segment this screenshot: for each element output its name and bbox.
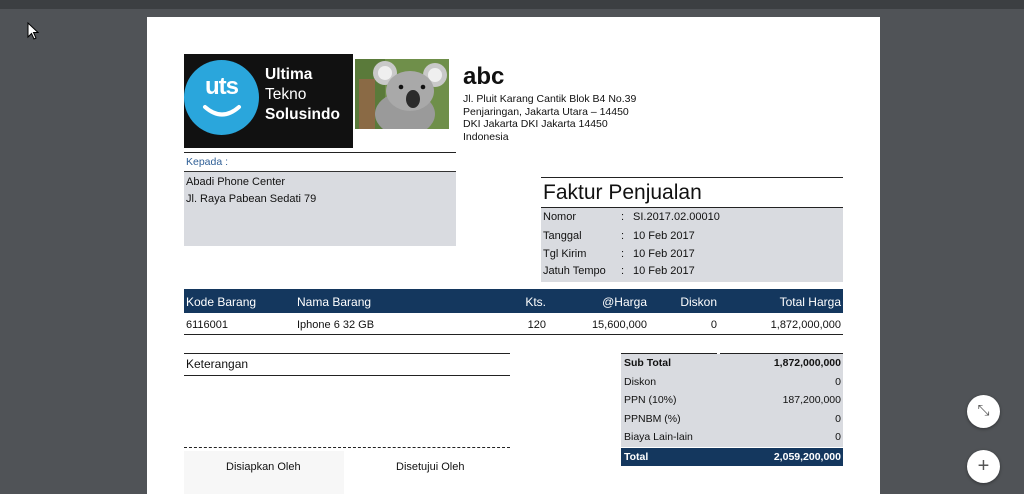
invoice-field-tgl-kirim: Tgl Kirim : 10 Feb 2017 [543, 248, 843, 264]
logo-word-2: Tekno [265, 86, 307, 103]
cell-total-harga: 1,872,000,000 [770, 319, 841, 331]
koala-photo [355, 59, 449, 129]
invoice-field-value: 10 Feb 2017 [633, 230, 695, 242]
invoice-title: Faktur Penjualan [543, 181, 702, 204]
summary-row-ppn: PPN (10%) 187,200,000 [621, 391, 843, 410]
recipient-name: Abadi Phone Center [186, 176, 286, 188]
summary-value: 0 [835, 431, 841, 443]
company-block: abc Jl. Pluit Karang Cantik Blok B4 No.3… [463, 63, 636, 143]
summary-total-label: Total [624, 450, 649, 463]
cell-harga: 15,600,000 [591, 319, 647, 331]
summary-value: 0 [835, 412, 841, 425]
cell-kode-barang: 6116001 [186, 319, 229, 331]
logo-wordmark: Ultima Tekno Solusindo [265, 65, 340, 125]
fit-page-button[interactable]: ⤡ [967, 395, 1000, 428]
invoice-page: uts Ultima Tekno Solusindo abc Jl. Pluit… [147, 17, 880, 494]
plus-icon: + [977, 455, 990, 477]
company-address-line: Indonesia [463, 130, 509, 143]
summary-label: Diskon [624, 375, 657, 388]
zoom-in-button[interactable]: + [967, 450, 1000, 483]
items-table-header: Kode Barang Nama Barang Kts. @Harga Disk… [184, 289, 843, 313]
invoice-field-value: SI.2017.02.00010 [633, 211, 720, 223]
company-address-line: DKI Jakarta DKI Jakarta 14450 [463, 118, 608, 130]
field-colon: : [621, 265, 625, 277]
summary-label: PPNBM (%) [624, 412, 681, 425]
summary-row-total: Total 2,059,200,000 [621, 447, 843, 466]
invoice-field-jatuh-tempo: Jatuh Tempo : 10 Feb 2017 [543, 265, 843, 281]
summary-label: Biaya Lain-lain [624, 431, 693, 443]
company-name: abc [463, 63, 505, 90]
field-colon: : [621, 230, 625, 242]
logo-word-1: Ultima [265, 66, 313, 83]
cell-kts: 120 [527, 319, 546, 331]
notes-divider-bottom [184, 375, 510, 376]
cell-nama-barang: Iphone 6 32 GB [297, 319, 375, 331]
header-diskon: Diskon [680, 295, 717, 309]
company-logo: uts Ultima Tekno Solusindo [184, 54, 353, 148]
summary-row-ppnbm: PPNBM (%) 0 [621, 409, 843, 428]
summary-value: 0 [835, 375, 841, 388]
invoice-field-label: Nomor [543, 211, 577, 223]
invoice-field-value: 10 Feb 2017 [633, 248, 695, 260]
invoice-title-divider [541, 177, 843, 178]
company-address-line: Penjaringan, Jakarta Utara – 14450 [463, 105, 629, 118]
summary-table: Sub Total 1,872,000,000 Diskon 0 PPN (10… [621, 354, 843, 466]
summary-row-diskon: Diskon 0 [621, 372, 843, 391]
summary-label: PPN (10%) [624, 394, 677, 406]
summary-total-value: 2,059,200,000 [773, 450, 841, 463]
company-address-line: Jl. Pluit Karang Cantik Blok B4 No.39 [463, 93, 637, 105]
collapse-arrows-icon: ⤡ [977, 402, 990, 419]
logo-smile-icon [203, 105, 241, 117]
notes-divider-top [184, 353, 510, 354]
invoice-field-nomor: Nomor : SI.2017.02.00010 [543, 211, 843, 227]
logo-circle-icon: uts [184, 60, 259, 135]
company-address: Jl. Pluit Karang Cantik Blok B4 No.39 Pe… [463, 93, 636, 143]
notes-label: Keterangan [186, 357, 249, 371]
summary-value: 1,872,000,000 [773, 357, 841, 369]
header-harga: @Harga [602, 295, 647, 309]
signature-approved-by: Disetujui Oleh [396, 461, 465, 473]
invoice-field-label: Jatuh Tempo [543, 265, 606, 277]
table-row: 6116001 Iphone 6 32 GB 120 15,600,000 0 … [184, 316, 843, 335]
logo-word-3: Solusindo [265, 106, 340, 123]
summary-label: Sub Total [624, 357, 672, 369]
signature-dashed-line [184, 447, 510, 448]
header-nama-barang: Nama Barang [297, 295, 372, 309]
mouse-pointer-icon [27, 22, 39, 40]
field-colon: : [621, 248, 625, 260]
invoice-field-tanggal: Tanggal : 10 Feb 2017 [543, 230, 843, 246]
viewer-top-bar [0, 0, 1024, 9]
invoice-field-label: Tanggal [543, 230, 582, 242]
recipient-box: Abadi Phone Center Jl. Raya Pabean Sedat… [184, 171, 456, 246]
header-total-harga: Total Harga [779, 295, 841, 309]
invoice-field-label: Tgl Kirim [543, 248, 587, 260]
summary-row-biaya-lain: Biaya Lain-lain 0 [621, 428, 843, 447]
invoice-field-value: 10 Feb 2017 [633, 265, 695, 277]
header-kode-barang: Kode Barang [186, 295, 257, 309]
recipient-address: Jl. Raya Pabean Sedati 79 [186, 193, 317, 205]
invoice-info-box: Nomor : SI.2017.02.00010 Tanggal : 10 Fe… [541, 208, 843, 282]
field-colon: : [621, 211, 625, 223]
header-kts: Kts. [525, 295, 546, 309]
recipient-label: Kepada : [186, 156, 229, 168]
summary-value: 187,200,000 [782, 394, 841, 406]
logo-mark-text: uts [205, 73, 239, 100]
recipient-divider [184, 152, 456, 153]
signature-prepared-by: Disiapkan Oleh [226, 461, 301, 473]
cell-diskon: 0 [710, 319, 717, 331]
summary-row-subtotal: Sub Total 1,872,000,000 [621, 354, 843, 373]
